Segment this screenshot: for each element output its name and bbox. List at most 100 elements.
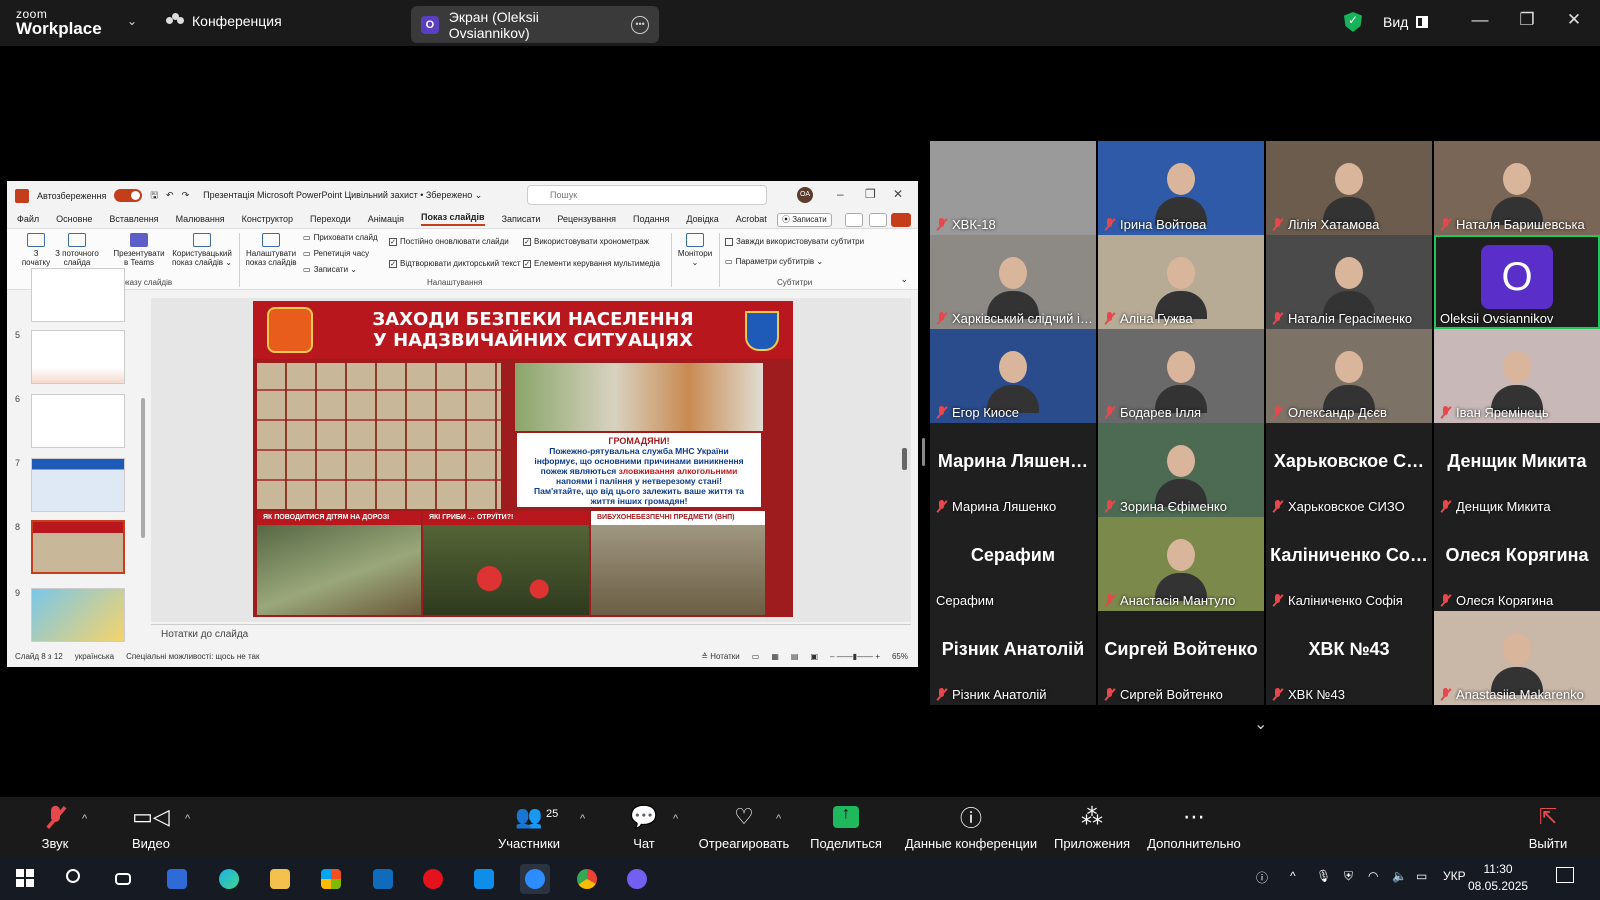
collapse-ribbon-icon[interactable]: ⌄ xyxy=(900,274,908,285)
close-button[interactable]: ✕ xyxy=(1564,10,1584,30)
notifications-icon[interactable] xyxy=(1556,867,1574,883)
security-icon[interactable]: ⛨ xyxy=(1344,869,1353,884)
battery-icon[interactable]: ▭ xyxy=(1416,869,1427,883)
slideshow-view-icon[interactable]: ▣ xyxy=(810,652,818,661)
document-title[interactable]: Презентація Microsoft PowerPoint Цивільн… xyxy=(203,190,482,201)
volume-icon[interactable]: 🔈 xyxy=(1392,869,1407,883)
microphone-icon[interactable]: 🎙 xyxy=(1316,869,1331,883)
video-options-caret[interactable]: ^ xyxy=(185,813,190,825)
conference-menu[interactable]: Конференция xyxy=(166,13,282,29)
media-controls-checkbox[interactable]: ✓ Елементи керування мультимедіа xyxy=(523,259,660,268)
input-language[interactable]: УКР xyxy=(1443,869,1466,883)
ppt-restore-icon[interactable]: ❐ xyxy=(865,187,876,201)
resize-handle[interactable] xyxy=(922,438,925,466)
participant-tile[interactable]: Ірина Войтова xyxy=(1098,141,1264,235)
participant-tile[interactable]: Денщик Микита Денщик Микита xyxy=(1434,423,1600,517)
participants-options-caret[interactable]: ^ xyxy=(580,813,585,825)
ribbon-tab[interactable]: Показ слайдів xyxy=(420,212,485,226)
audio-button[interactable]: Звук xyxy=(28,797,82,857)
zoom-slider[interactable]: – ——▮—— + xyxy=(830,652,880,661)
record-dropdown[interactable]: ▭ Записати ⌄ xyxy=(303,265,357,274)
redo-icon[interactable]: ↷ xyxy=(182,190,190,201)
system-clock[interactable]: 11:30 08.05.2025 xyxy=(1468,861,1528,895)
windows-start-icon[interactable] xyxy=(16,869,34,887)
participant-tile[interactable]: Зорина Єфіменко xyxy=(1098,423,1264,517)
participant-tile[interactable]: Харківський слідчий і… xyxy=(930,235,1096,329)
save-icon[interactable]: 🖫 xyxy=(150,188,158,204)
react-options-caret[interactable]: ^ xyxy=(776,813,781,825)
chat-button[interactable]: 💬 Чат xyxy=(622,797,666,857)
notes-toggle[interactable]: ≙ Нотатки xyxy=(701,652,739,661)
apps-button[interactable]: ⁂ Приложения xyxy=(1050,797,1134,857)
video-button[interactable]: ▭◁ Видео xyxy=(124,797,178,857)
user-avatar[interactable]: OA xyxy=(797,187,813,203)
participant-tile[interactable]: Анастасія Мантуло xyxy=(1098,517,1264,611)
microsoft-store-icon[interactable] xyxy=(316,864,346,894)
monitors-button[interactable]: Монітори ⌄ xyxy=(675,229,715,267)
outlook-icon[interactable] xyxy=(368,864,398,894)
use-timings-checkbox[interactable]: ✓ Використовувати хронометраж xyxy=(523,237,649,246)
zoom-app-icon[interactable] xyxy=(520,864,550,894)
undo-icon[interactable]: ↶ xyxy=(166,190,174,201)
ribbon-tab[interactable]: Acrobat xyxy=(736,214,767,224)
from-current-button[interactable]: З поточного слайда xyxy=(55,229,99,267)
subtitle-settings-button[interactable]: ▭ Параметри субтитрів ⌄ xyxy=(725,257,823,266)
participant-tile[interactable]: Наталія Герасіменко xyxy=(1266,235,1432,329)
slide-thumbnail[interactable] xyxy=(31,330,125,384)
participant-tile[interactable]: Сиргей Войтенко Сиргей Войтенко xyxy=(1098,611,1264,705)
comments-icon[interactable] xyxy=(869,213,887,227)
save-app-icon[interactable] xyxy=(162,864,192,894)
participant-tile[interactable]: Марина Ляшен… Марина Ляшенко xyxy=(930,423,1096,517)
file-explorer-icon[interactable] xyxy=(265,864,295,894)
more-icon[interactable]: ••• xyxy=(631,15,649,34)
slide-thumbnail[interactable] xyxy=(31,588,125,642)
react-button[interactable]: ♡ Отреагировать xyxy=(694,797,794,857)
chat-options-caret[interactable]: ^ xyxy=(673,813,678,825)
zoom-logo[interactable]: zoom Workplace xyxy=(16,8,126,37)
ppt-close-icon[interactable]: ✕ xyxy=(893,187,903,201)
participant-tile[interactable]: Різник Анатолій Різник Анатолій xyxy=(930,611,1096,705)
audio-options-caret[interactable]: ^ xyxy=(82,813,87,825)
slide-thumbnail[interactable] xyxy=(31,268,125,322)
encryption-shield-icon[interactable] xyxy=(1344,12,1362,32)
autosave-toggle[interactable] xyxy=(114,189,143,202)
ribbon-tab[interactable]: Записати xyxy=(502,214,541,224)
show-hidden-icons-icon[interactable]: ^ xyxy=(1290,869,1296,883)
present-teams-button[interactable]: Презентувати в Teams xyxy=(111,229,167,267)
slide-thumbnail-selected[interactable] xyxy=(31,520,125,574)
ribbon-tab[interactable]: Переходи xyxy=(310,214,351,224)
leave-button[interactable]: ⇱ Выйти xyxy=(1528,797,1568,857)
participant-tile[interactable]: Наталя Баришевська xyxy=(1434,141,1600,235)
slide-scrollbar[interactable] xyxy=(902,448,907,470)
participant-tile[interactable]: Іван Яремінець xyxy=(1434,329,1600,423)
ribbon-tab[interactable]: Вставлення xyxy=(109,214,158,224)
participant-tile[interactable]: Серафим Серафим xyxy=(930,517,1096,611)
gallery-next-page-icon[interactable]: ⌄ xyxy=(1254,714,1267,734)
view-button[interactable]: Вид xyxy=(1383,14,1429,30)
task-view-icon[interactable] xyxy=(110,864,140,894)
thumbnail-scrollbar[interactable] xyxy=(140,298,146,638)
participant-tile[interactable]: Егор Киосе xyxy=(930,329,1096,423)
hide-slide-button[interactable]: ▭ Приховати слайд xyxy=(303,233,378,242)
zoom-level[interactable]: 65% xyxy=(892,652,908,661)
ribbon-tab[interactable]: Подання xyxy=(633,214,669,224)
ribbon-tab[interactable]: Рецензування xyxy=(557,214,616,224)
scroll-thumb[interactable] xyxy=(141,398,145,538)
search-icon[interactable] xyxy=(60,864,90,894)
participant-tile[interactable]: Anastasiia Makarenko xyxy=(1434,611,1600,705)
accessibility-status[interactable]: Спеціальні можливості: щось не так xyxy=(126,652,259,661)
chrome-browser-icon[interactable] xyxy=(572,864,602,894)
language-status[interactable]: українська xyxy=(75,652,114,661)
participant-tile[interactable]: O Oleksii Ovsiannikov xyxy=(1434,235,1600,329)
more-button[interactable]: ⋯ Дополнительно xyxy=(1146,797,1242,857)
participant-tile[interactable]: Харьковское С… Харьковское СИЗО xyxy=(1266,423,1432,517)
viber-icon[interactable] xyxy=(622,864,652,894)
ribbon-tab[interactable]: Файл xyxy=(17,214,39,224)
share-icon[interactable] xyxy=(891,213,911,227)
record-button[interactable]: ⦿ Записати xyxy=(777,213,832,227)
ppt-search-input[interactable]: Пошук xyxy=(527,185,767,205)
present-icon[interactable] xyxy=(845,213,863,227)
restore-button[interactable]: ❐ xyxy=(1517,10,1537,30)
participant-tile[interactable]: Аліна Гужва xyxy=(1098,235,1264,329)
participant-tile[interactable]: Каліниченко Со… Каліниченко Софія xyxy=(1266,517,1432,611)
